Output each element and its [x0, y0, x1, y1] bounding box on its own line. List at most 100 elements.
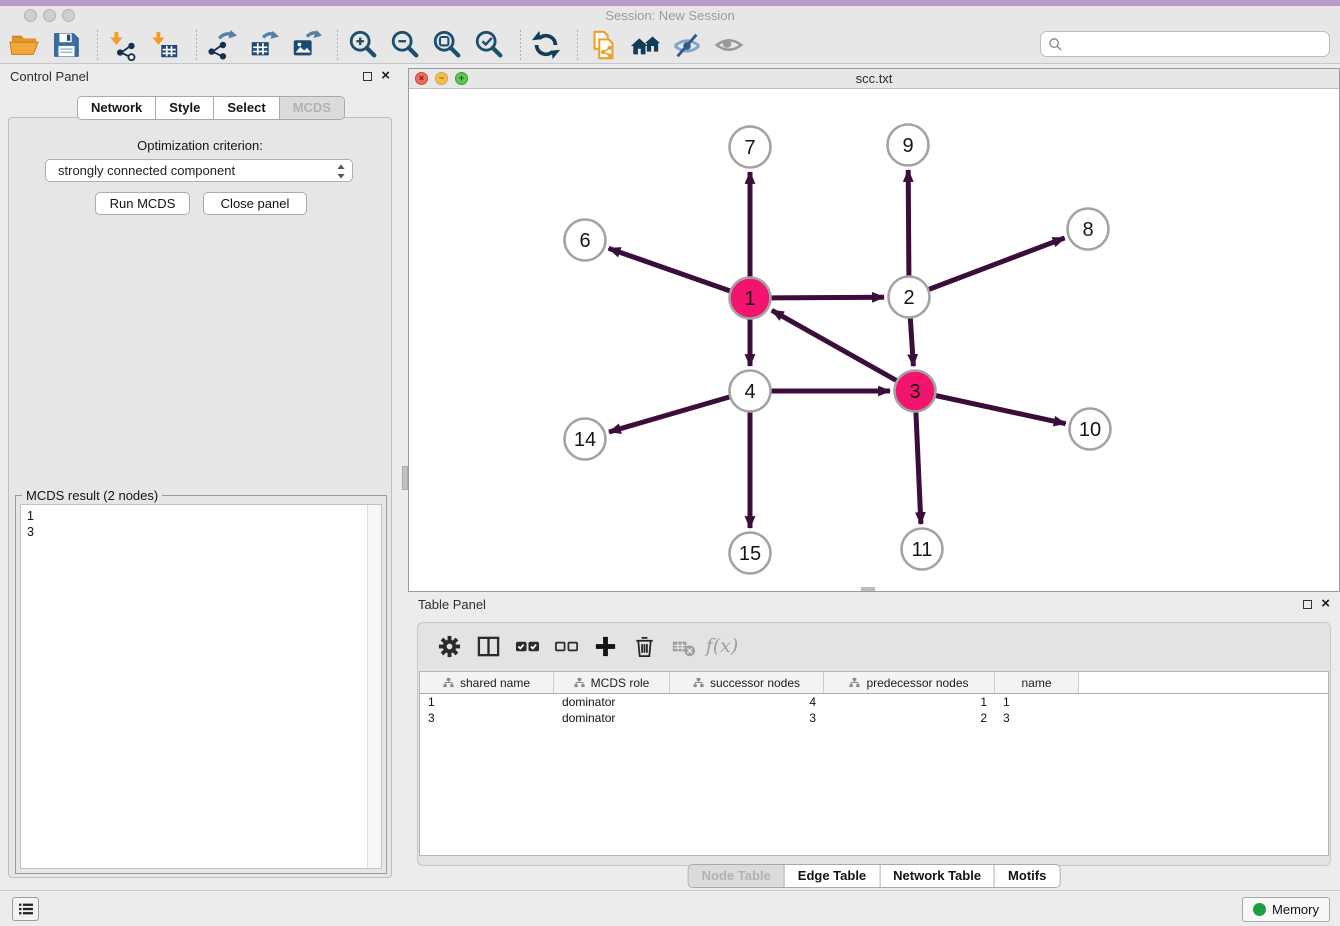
memory-label: Memory — [1272, 902, 1319, 917]
node-15[interactable]: 15 — [730, 533, 771, 574]
node-10[interactable]: 10 — [1070, 409, 1111, 450]
node-6[interactable]: 6 — [565, 220, 606, 261]
tab-motifs[interactable]: Motifs — [995, 865, 1059, 887]
table-cell[interactable]: 1 — [824, 695, 995, 709]
table-cell[interactable]: 4 — [670, 695, 824, 709]
column-header-successor-nodes[interactable]: successor nodes — [670, 672, 824, 693]
table-cell[interactable]: 2 — [824, 711, 995, 725]
zoom-out-icon[interactable] — [387, 28, 423, 62]
tab-node-table[interactable]: Node Table — [689, 865, 785, 887]
node-8[interactable]: 8 — [1068, 209, 1109, 250]
toolbar-separator — [196, 30, 197, 60]
edge-2-9[interactable] — [908, 170, 909, 276]
mcds-result-line: 3 — [27, 524, 375, 540]
column-header-name[interactable]: name — [995, 672, 1079, 693]
tab-mcds[interactable]: MCDS — [280, 97, 344, 119]
mcds-result-area[interactable]: 13 — [20, 504, 382, 869]
table-cell[interactable]: 3 — [995, 711, 1079, 725]
column-header-shared-name[interactable]: shared name — [420, 672, 554, 693]
toolbar-separator — [337, 30, 338, 60]
table-cell[interactable]: dominator — [554, 711, 670, 725]
table-cell[interactable]: 1 — [420, 695, 554, 709]
svg-text:1: 1 — [744, 288, 755, 310]
toolbar-separator — [520, 30, 521, 60]
save-session-icon[interactable] — [48, 28, 84, 62]
open-session-icon[interactable] — [6, 28, 42, 62]
table-settings-icon[interactable] — [434, 632, 464, 660]
table-cell[interactable]: 1 — [995, 695, 1079, 709]
node-9[interactable]: 9 — [888, 125, 929, 166]
table-row[interactable]: 3dominator323 — [420, 710, 1328, 726]
node-14[interactable]: 14 — [565, 419, 606, 460]
horizontal-splitter-handle[interactable] — [861, 587, 875, 591]
import-table-icon[interactable] — [147, 28, 183, 62]
mcds-result-line: 1 — [27, 508, 375, 524]
run-mcds-button[interactable]: Run MCDS — [95, 192, 190, 215]
tab-select[interactable]: Select — [214, 97, 279, 119]
select-all-rows-icon[interactable] — [512, 632, 542, 660]
hide-details-icon[interactable] — [669, 28, 705, 62]
edge-3-11[interactable] — [916, 412, 921, 524]
close-panel-button[interactable]: Close panel — [203, 192, 307, 215]
network-canvas[interactable]: 7 9 6 8 1 2 4 3 14 10 15 11 — [409, 88, 1339, 591]
edge-3-10[interactable] — [936, 396, 1066, 424]
node-11[interactable]: 11 — [902, 529, 943, 570]
tab-network[interactable]: Network — [78, 97, 156, 119]
table-cell[interactable]: 3 — [420, 711, 554, 725]
edge-2-3[interactable] — [910, 318, 913, 366]
edge-1-2[interactable] — [771, 297, 884, 298]
edge-3-1[interactable] — [772, 310, 897, 380]
add-row-icon[interactable] — [590, 632, 620, 660]
import-network-icon[interactable] — [105, 28, 141, 62]
float-table-panel-icon[interactable] — [1303, 600, 1312, 609]
delete-row-icon[interactable] — [629, 632, 659, 660]
zoom-in-icon[interactable] — [345, 28, 381, 62]
memory-button[interactable]: Memory — [1242, 897, 1330, 922]
table-cell[interactable]: 3 — [670, 711, 824, 725]
task-history-button[interactable] — [12, 897, 39, 921]
control-panel-title: Control Panel — [10, 69, 89, 84]
node-7[interactable]: 7 — [730, 127, 771, 168]
edge-1-6[interactable] — [609, 248, 731, 291]
close-table-panel-icon[interactable]: × — [1321, 598, 1330, 610]
control-panel: Control Panel × NetworkStyleSelectMCDS O… — [0, 64, 400, 890]
memory-status-dot — [1253, 903, 1266, 916]
home-icon[interactable] — [627, 28, 663, 62]
tab-style[interactable]: Style — [156, 97, 214, 119]
criterion-select[interactable]: strongly connected component — [45, 159, 353, 182]
zoom-selected-icon[interactable] — [471, 28, 507, 62]
tab-edge-table[interactable]: Edge Table — [785, 865, 880, 887]
result-scrollbar[interactable] — [367, 505, 381, 868]
table-row[interactable]: 1dominator411 — [420, 694, 1328, 710]
search-box[interactable] — [1040, 31, 1330, 57]
criterion-value: strongly connected component — [58, 163, 235, 178]
column-header-predecessor-nodes[interactable]: predecessor nodes — [824, 672, 995, 693]
column-header-MCDS-role[interactable]: MCDS role — [554, 672, 670, 693]
refresh-layout-icon[interactable] — [528, 28, 564, 62]
vertical-splitter[interactable] — [400, 64, 408, 890]
node-3[interactable]: 3 — [895, 371, 936, 412]
node-2[interactable]: 2 — [889, 277, 930, 318]
edge-4-14[interactable] — [609, 397, 730, 432]
control-panel-tabs: NetworkStyleSelectMCDS — [77, 96, 345, 120]
export-network-icon[interactable] — [204, 28, 240, 62]
zoom-fit-icon[interactable] — [429, 28, 465, 62]
clone-network-icon[interactable] — [585, 28, 621, 62]
deselect-all-rows-icon[interactable] — [551, 632, 581, 660]
svg-text:14: 14 — [574, 429, 596, 451]
column-view-icon[interactable] — [473, 632, 503, 660]
node-4[interactable]: 4 — [730, 371, 771, 412]
table-cell[interactable]: dominator — [554, 695, 670, 709]
export-table-icon[interactable] — [246, 28, 282, 62]
show-details-icon[interactable] — [711, 28, 747, 62]
search-input[interactable] — [1068, 33, 1329, 55]
svg-text:6: 6 — [579, 230, 590, 252]
export-image-icon[interactable] — [288, 28, 324, 62]
function-builder-icon[interactable]: f(x) — [707, 632, 737, 660]
tab-network-table[interactable]: Network Table — [880, 865, 995, 887]
close-panel-icon[interactable]: × — [381, 70, 390, 82]
float-panel-icon[interactable] — [363, 72, 372, 81]
node-1[interactable]: 1 — [730, 278, 771, 319]
delete-table-icon[interactable] — [668, 632, 698, 660]
edge-2-8[interactable] — [929, 238, 1065, 290]
